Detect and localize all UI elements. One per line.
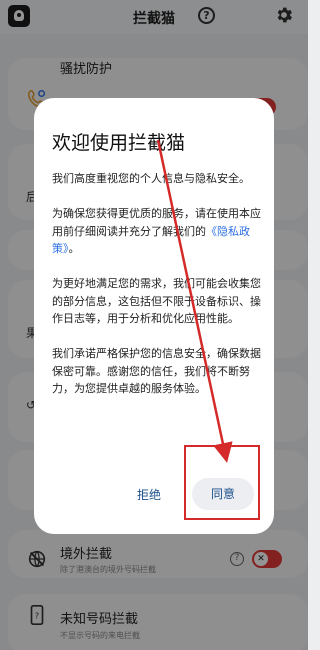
dialog-paragraph: 为确保您获得更优质的服务，请在使用本应用前仔细阅读并充分了解我们的《隐私政策》。: [52, 205, 266, 258]
reject-button[interactable]: 拒绝: [137, 486, 161, 503]
dialog-text: 。: [68, 242, 80, 255]
dialog-paragraph: 我们高度重视您的个人信息与隐私安全。: [52, 172, 250, 185]
dialog-paragraph: 我们承诺严格保护您的信息安全，确保数据保密可靠。感谢您的信任，我们将不断努力，为…: [52, 347, 261, 395]
agree-button[interactable]: 同意: [192, 478, 254, 510]
dialog-title: 欢迎使用拦截猫: [52, 132, 186, 154]
dialog-paragraph: 为更好地满足您的需求，我们可能会收集您的部分信息，这包括但不限于设备标识、操作日…: [52, 277, 261, 325]
privacy-dialog: 欢迎使用拦截猫 我们高度重视您的个人信息与隐私安全。 为确保您获得更优质的服务，…: [34, 98, 274, 534]
dialog-body: 我们高度重视您的个人信息与隐私安全。 为确保您获得更优质的服务，请在使用本应用前…: [52, 170, 266, 415]
